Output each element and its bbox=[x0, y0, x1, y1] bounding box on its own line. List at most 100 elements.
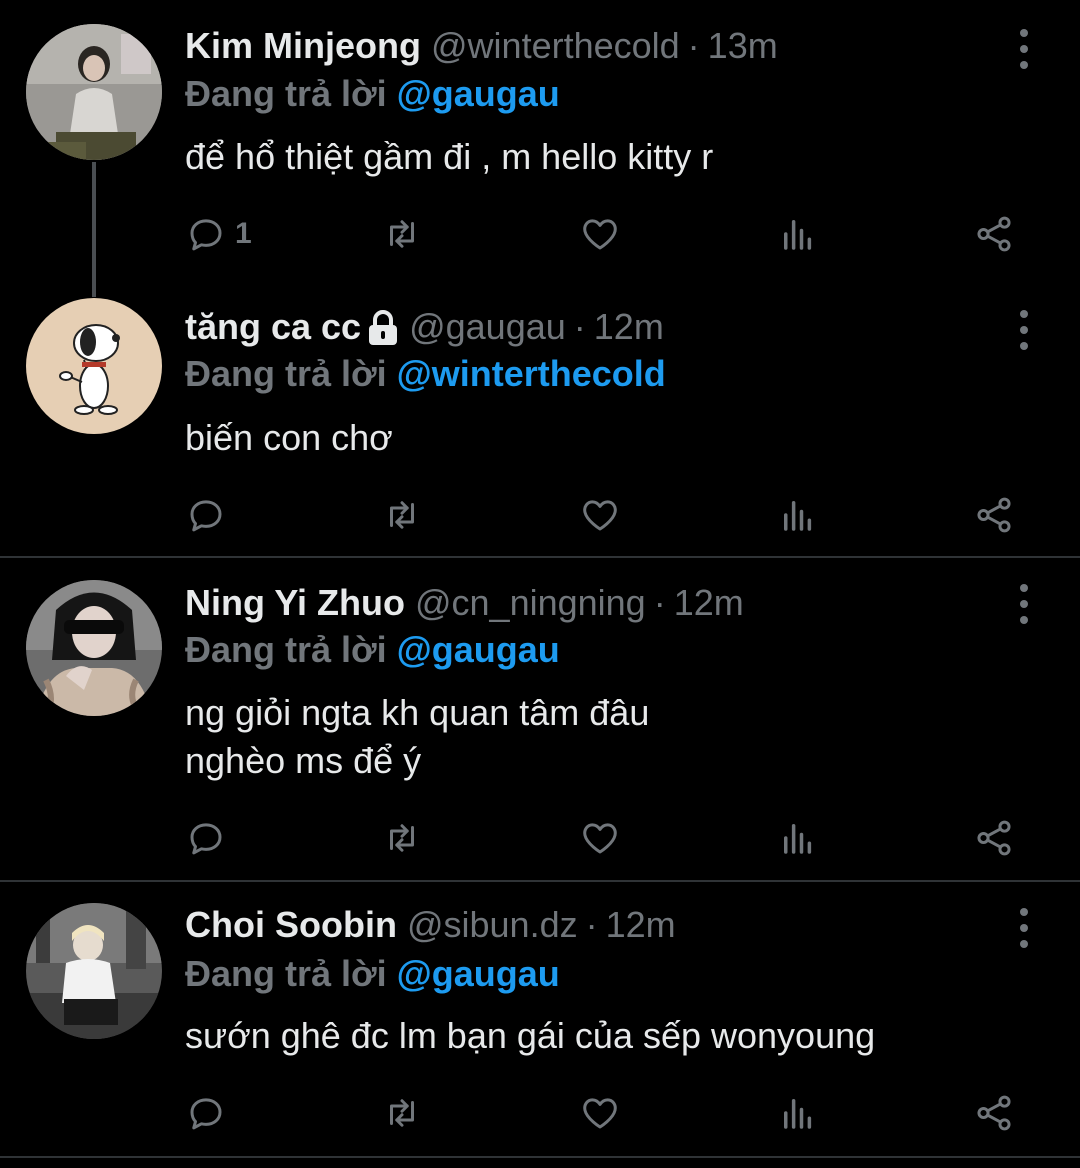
reply-button[interactable] bbox=[185, 490, 235, 540]
avatar-photo-street-icon bbox=[26, 903, 162, 1039]
like-button[interactable] bbox=[579, 813, 621, 863]
heart-icon bbox=[583, 823, 617, 854]
analytics-icon bbox=[784, 1099, 812, 1129]
reply-button[interactable] bbox=[185, 813, 235, 863]
analytics-icon bbox=[784, 220, 812, 250]
display-name[interactable]: Kim Minjeong bbox=[185, 25, 421, 67]
retweet-button[interactable] bbox=[381, 490, 423, 540]
reply-icon bbox=[190, 823, 222, 855]
reply-icon bbox=[190, 219, 222, 251]
lock-icon bbox=[369, 310, 398, 345]
tweet-item[interactable]: Choi Soobin @sibun.dz · 12m Đang trả lời… bbox=[0, 882, 1080, 1156]
retweet-icon bbox=[390, 501, 414, 529]
user-handle[interactable]: @sibun.dz bbox=[407, 904, 578, 946]
heart-icon bbox=[583, 1098, 617, 1129]
tweet-text-line: nghèo ms để ý bbox=[185, 740, 422, 781]
tweet-text-line: biến con chơ bbox=[185, 417, 393, 458]
separator-dot: · bbox=[585, 904, 598, 945]
more-options-icon[interactable] bbox=[1010, 29, 1038, 69]
retweet-button[interactable] bbox=[381, 209, 423, 259]
display-name[interactable]: tăng ca cc bbox=[185, 306, 361, 348]
share-icon bbox=[977, 820, 1011, 856]
reply-mention[interactable]: @gaugau bbox=[397, 73, 560, 114]
separator-dot: · bbox=[653, 582, 666, 623]
avatar[interactable] bbox=[26, 24, 162, 160]
user-handle[interactable]: @cn_ningning bbox=[415, 582, 646, 624]
tweet-item[interactable]: Ning Yi Zhuo @cn_ningning · 12m Đang trả… bbox=[0, 558, 1080, 880]
tweet-item[interactable]: Kim Minjeong @winterthecold · 13m Đang t… bbox=[0, 0, 1080, 290]
avatar-photo-sunglasses-icon bbox=[26, 580, 162, 716]
tweet-header: Ning Yi Zhuo @cn_ningning · 12m bbox=[185, 578, 744, 628]
reply-prefix: Đang trả lời bbox=[185, 73, 387, 114]
retweet-button[interactable] bbox=[381, 1088, 423, 1138]
reply-prefix: Đang trả lời bbox=[185, 629, 387, 670]
tweet-divider bbox=[0, 1156, 1080, 1158]
timestamp[interactable]: 13m bbox=[708, 25, 778, 67]
tweet-header: Kim Minjeong @winterthecold · 13m bbox=[185, 21, 778, 71]
share-button[interactable] bbox=[973, 209, 1015, 259]
replying-to: Đang trả lời @gaugau bbox=[185, 73, 560, 115]
tweet-text-line: ng giỏi ngta kh quan tâm đâu bbox=[185, 692, 650, 733]
timestamp[interactable]: 12m bbox=[594, 306, 664, 348]
tweet-header: Choi Soobin @sibun.dz · 12m bbox=[185, 900, 676, 950]
avatar[interactable] bbox=[26, 580, 162, 716]
retweet-icon bbox=[390, 824, 414, 852]
avatar-snoopy-icon bbox=[26, 298, 162, 434]
more-options-icon[interactable] bbox=[1010, 310, 1038, 350]
action-bar: 1 bbox=[185, 209, 1025, 259]
retweet-icon bbox=[390, 220, 414, 248]
share-button[interactable] bbox=[973, 1088, 1015, 1138]
timestamp[interactable]: 12m bbox=[606, 904, 676, 946]
analytics-icon bbox=[784, 824, 812, 854]
share-icon bbox=[977, 1095, 1011, 1131]
retweet-icon bbox=[390, 1099, 414, 1127]
reply-count: 1 bbox=[235, 217, 252, 250]
reply-mention[interactable]: @winterthecold bbox=[397, 353, 666, 394]
reply-icon bbox=[190, 500, 222, 532]
timestamp[interactable]: 12m bbox=[674, 582, 744, 624]
separator-dot: · bbox=[573, 306, 586, 347]
separator-dot: · bbox=[687, 25, 700, 66]
action-bar bbox=[185, 1088, 1025, 1138]
display-name[interactable]: Choi Soobin bbox=[185, 904, 397, 946]
reply-mention[interactable]: @gaugau bbox=[397, 629, 560, 670]
views-button[interactable] bbox=[777, 813, 819, 863]
display-name[interactable]: Ning Yi Zhuo bbox=[185, 582, 405, 624]
reply-button[interactable]: 1 bbox=[185, 209, 252, 259]
replying-to: Đang trả lời @gaugau bbox=[185, 953, 560, 995]
action-bar bbox=[185, 813, 1025, 863]
more-options-icon[interactable] bbox=[1010, 908, 1038, 948]
user-handle[interactable]: @gaugau bbox=[409, 306, 566, 348]
more-options-icon[interactable] bbox=[1010, 584, 1038, 624]
heart-icon bbox=[583, 500, 617, 531]
tweet-text: sướn ghê đc lm bạn gái của sếp wonyoung bbox=[185, 1012, 875, 1060]
reply-icon bbox=[190, 1098, 222, 1130]
heart-icon bbox=[583, 219, 617, 250]
views-button[interactable] bbox=[777, 209, 819, 259]
reply-button[interactable] bbox=[185, 1088, 235, 1138]
analytics-icon bbox=[784, 501, 812, 531]
avatar[interactable] bbox=[26, 298, 162, 434]
tweet-header: tăng ca cc @gaugau · 12m bbox=[185, 302, 664, 352]
reply-prefix: Đang trả lời bbox=[185, 953, 387, 994]
user-handle[interactable]: @winterthecold bbox=[431, 25, 680, 67]
tweet-item[interactable]: tăng ca cc @gaugau · 12m Đang trả lời @w… bbox=[0, 290, 1080, 556]
like-button[interactable] bbox=[579, 209, 621, 259]
reply-prefix: Đang trả lời bbox=[185, 353, 387, 394]
avatar[interactable] bbox=[26, 903, 162, 1039]
share-button[interactable] bbox=[973, 490, 1015, 540]
reply-mention[interactable]: @gaugau bbox=[397, 953, 560, 994]
share-icon bbox=[977, 497, 1011, 533]
tweet-text: biến con chơ bbox=[185, 414, 393, 462]
like-button[interactable] bbox=[579, 1088, 621, 1138]
tweet-text-line: để hổ thiệt gầm đi , m hello kitty r bbox=[185, 136, 714, 177]
tweet-text: ng giỏi ngta kh quan tâm đâu nghèo ms để… bbox=[185, 689, 649, 785]
tweet-text-line: sướn ghê đc lm bạn gái của sếp wonyoung bbox=[185, 1015, 876, 1056]
retweet-button[interactable] bbox=[381, 813, 423, 863]
share-icon bbox=[977, 216, 1011, 252]
like-button[interactable] bbox=[579, 490, 621, 540]
views-button[interactable] bbox=[777, 1088, 819, 1138]
views-button[interactable] bbox=[777, 490, 819, 540]
tweet-text: để hổ thiệt gầm đi , m hello kitty r bbox=[185, 133, 713, 181]
share-button[interactable] bbox=[973, 813, 1015, 863]
